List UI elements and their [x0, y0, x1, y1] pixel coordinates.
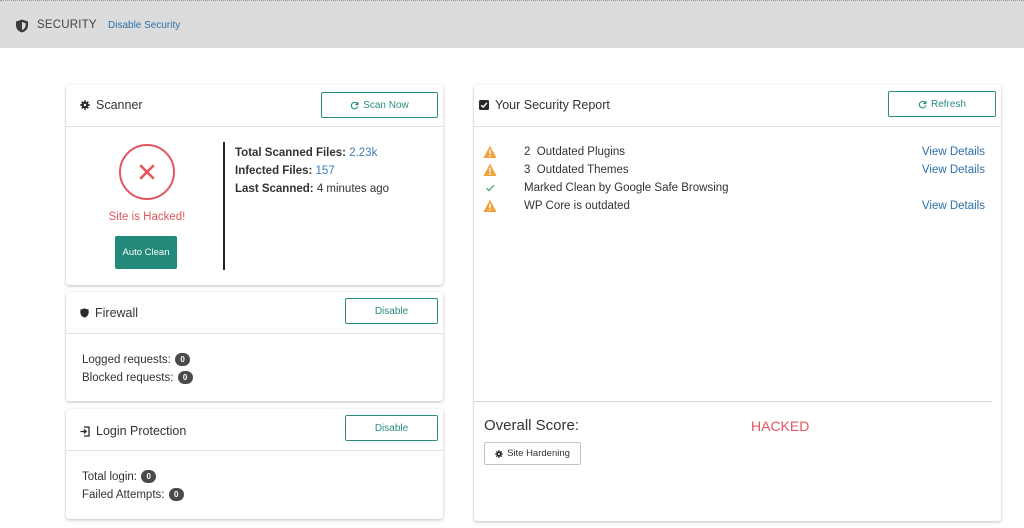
firewall-stats: Logged requests: 0 Blocked requests: 0	[82, 351, 193, 387]
top-bar: SECURITY Disable Security	[0, 0, 1024, 48]
firewall-header: Firewall Disable	[66, 292, 443, 334]
site-hardening-button[interactable]: Site Hardening	[484, 442, 581, 465]
login-stats: Total login: 0 Failed Attempts: 0	[82, 468, 184, 504]
total-login-label: Total login:	[82, 471, 137, 483]
report-item-text: Marked Clean by Google Safe Browsing	[524, 182, 729, 194]
infected-files-row: Infected Files: 157	[235, 162, 389, 180]
scanner-header: Scanner Scan Now	[66, 85, 443, 127]
site-hardening-label: Site Hardening	[507, 448, 570, 459]
scan-now-button[interactable]: Scan Now	[321, 92, 438, 118]
report-divider	[474, 401, 992, 402]
gear-icon	[495, 449, 503, 458]
total-scanned-row: Total Scanned Files: 2.23k	[235, 144, 389, 162]
failed-attempts-row: Failed Attempts: 0	[82, 486, 184, 504]
close-icon	[139, 164, 155, 180]
logged-requests-label: Logged requests:	[82, 354, 171, 366]
hacked-status-icon	[119, 144, 175, 200]
total-login-badge: 0	[141, 470, 157, 484]
app-title: SECURITY	[37, 19, 97, 31]
warning-icon	[483, 163, 497, 176]
report-item-text: WP Core is outdated	[524, 200, 630, 212]
warning-icon	[483, 145, 497, 158]
logged-requests-row: Logged requests: 0	[82, 351, 193, 369]
scanner-title-text: Scanner	[96, 98, 143, 112]
failed-attempts-label: Failed Attempts:	[82, 489, 165, 501]
refresh-icon	[918, 100, 927, 108]
disable-security-link[interactable]: Disable Security	[108, 20, 180, 31]
login-protection-disable-button[interactable]: Disable	[345, 415, 438, 441]
refresh-icon	[351, 101, 359, 109]
view-details-link[interactable]: View Details	[922, 200, 985, 212]
view-details-link[interactable]: View Details	[922, 146, 985, 158]
report-header: Your Security Report Refresh	[474, 85, 1001, 127]
firewall-title: Firewall	[80, 306, 138, 320]
gear-icon	[80, 100, 90, 110]
firewall-title-text: Firewall	[95, 306, 139, 320]
report-item-safe-browsing: Marked Clean by Google Safe Browsing	[474, 181, 1001, 199]
last-scanned-row: Last Scanned: 4 minutes ago	[235, 180, 389, 198]
report-title-text: Your Security Report	[495, 98, 610, 112]
view-details-link[interactable]: View Details	[922, 164, 985, 176]
blocked-requests-badge: 0	[177, 371, 193, 385]
login-protection-header: Login Protection Disable	[66, 409, 443, 451]
logged-requests-badge: 0	[175, 353, 191, 367]
firewall-card: Firewall Disable Logged requests: 0 Bloc…	[66, 292, 443, 401]
report-item-text: 3 Outdated Themes	[524, 164, 629, 176]
infected-files-label: Infected Files:	[235, 165, 313, 177]
total-scanned-value: 2.23k	[349, 147, 378, 159]
last-scanned-label: Last Scanned:	[235, 183, 314, 195]
scan-now-label: Scan Now	[363, 99, 409, 111]
report-item-outdated-themes: 3 Outdated Themes View Details	[474, 163, 1001, 181]
total-login-row: Total login: 0	[82, 468, 184, 486]
blocked-requests-label: Blocked requests:	[82, 372, 174, 384]
login-protection-title-text: Login Protection	[96, 424, 187, 438]
refresh-label: Refresh	[930, 98, 966, 110]
login-protection-card: Login Protection Disable Total login: 0 …	[66, 409, 443, 519]
overall-score-value: HACKED	[751, 418, 810, 434]
check-icon	[486, 184, 495, 192]
warning-icon	[483, 199, 497, 212]
auto-clean-button[interactable]: Auto Clean	[115, 236, 177, 269]
scanner-divider	[223, 142, 225, 270]
scanner-card: Scanner Scan Now Site is Hacked! Auto Cl…	[66, 85, 443, 285]
sign-in-icon	[80, 425, 90, 437]
report-item-text: 2 Outdated Plugins	[524, 146, 626, 158]
refresh-button[interactable]: Refresh	[888, 91, 996, 117]
shield-icon	[16, 19, 28, 33]
report-item-outdated-plugins: 2 Outdated Plugins View Details	[474, 145, 1001, 163]
scan-stats: Total Scanned Files: 2.23k Infected File…	[235, 144, 389, 198]
scanner-title: Scanner	[80, 98, 143, 112]
site-status-text: Site is Hacked!	[108, 211, 186, 223]
total-scanned-label: Total Scanned Files:	[235, 147, 346, 159]
report-title: Your Security Report	[479, 98, 610, 112]
overall-score-label: Overall Score:	[484, 417, 580, 434]
infected-files-value: 157	[315, 165, 335, 177]
login-protection-title: Login Protection	[80, 424, 186, 438]
failed-attempts-badge: 0	[168, 488, 184, 502]
security-report-card: Your Security Report Refresh 2 Outdated …	[474, 85, 1001, 521]
blocked-requests-row: Blocked requests: 0	[82, 369, 193, 387]
last-scanned-value: 4 minutes ago	[316, 183, 390, 195]
report-item-wp-core: WP Core is outdated View Details	[474, 199, 1001, 217]
firewall-disable-button[interactable]: Disable	[345, 298, 438, 324]
shield-icon	[80, 308, 89, 318]
check-square-icon	[479, 100, 489, 110]
